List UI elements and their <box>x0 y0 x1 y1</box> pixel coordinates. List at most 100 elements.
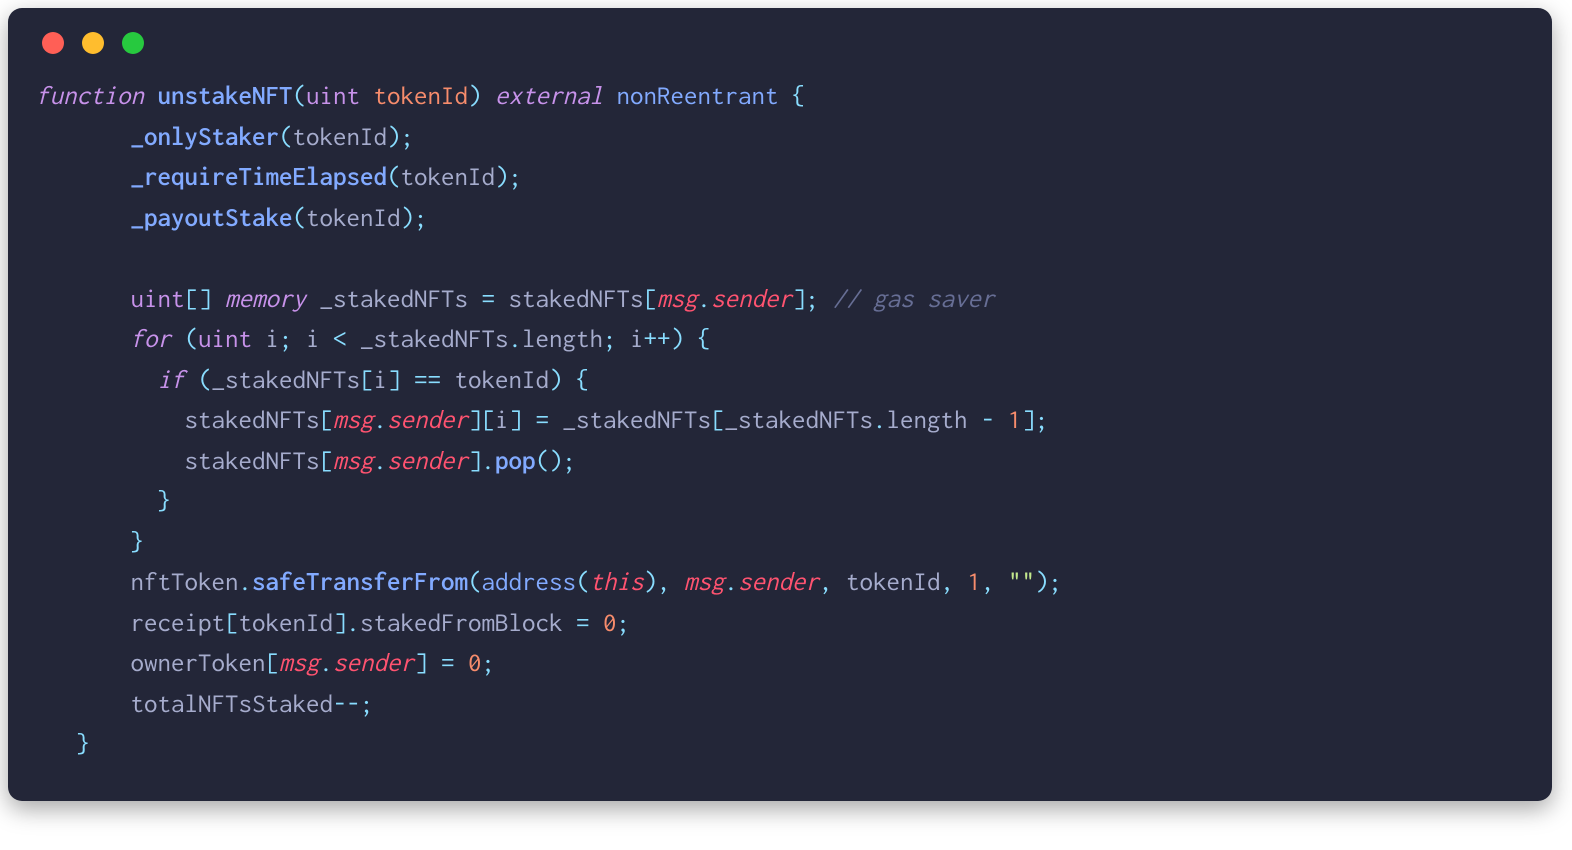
code-token: = <box>576 609 590 637</box>
code-token: receipt <box>131 609 226 637</box>
code-line: _requireTimeElapsed(tokenId); <box>36 163 522 191</box>
code-block[interactable]: function unstakeNFT(uint tokenId) extern… <box>36 76 1524 765</box>
code-token: 1 <box>968 568 982 596</box>
code-token: stakedNFTs <box>509 285 644 313</box>
code-token: _payoutStake <box>131 204 293 232</box>
code-token: // gas saver <box>833 285 995 313</box>
code-line: nftToken.safeTransferFrom(address(this),… <box>36 568 1062 596</box>
close-icon[interactable] <box>42 32 64 54</box>
code-token: [ <box>320 406 334 434</box>
code-token: ( <box>387 163 401 191</box>
code-line: stakedNFTs[msg.sender].pop(); <box>36 447 576 475</box>
code-line: for (uint i; i < _stakedNFTs.length; i++… <box>36 325 711 353</box>
code-token: { <box>698 325 712 353</box>
code-token: msg <box>333 406 374 434</box>
code-token: -- <box>333 690 360 718</box>
code-token: if <box>158 366 185 394</box>
code-token: = <box>536 406 550 434</box>
code-token: 0 <box>468 649 482 677</box>
code-token: { <box>576 366 590 394</box>
code-token: ; <box>482 649 496 677</box>
code-token: msg <box>657 285 698 313</box>
code-token: address <box>482 568 577 596</box>
code-token: stakedNFTs <box>185 406 320 434</box>
code-token: . <box>347 609 361 637</box>
code-token: ) <box>387 123 401 151</box>
code-token: ; <box>279 325 293 353</box>
code-token: } <box>77 730 91 758</box>
code-token: i <box>630 325 644 353</box>
code-line: totalNFTsStaked--; <box>36 690 374 718</box>
code-token: uint <box>131 285 185 313</box>
code-token: external <box>495 82 603 110</box>
code-token: ) <box>495 163 509 191</box>
code-token: i <box>374 366 388 394</box>
code-token: msg <box>279 649 320 677</box>
code-token: msg <box>333 447 374 475</box>
code-token: sender <box>333 649 414 677</box>
minimize-icon[interactable] <box>82 32 104 54</box>
code-token: . <box>509 325 523 353</box>
code-token: msg <box>684 568 725 596</box>
code-token: , <box>981 568 995 596</box>
code-token: ] <box>414 649 428 677</box>
code-line: } <box>36 487 171 515</box>
code-token: ; <box>806 285 820 313</box>
code-token: () <box>536 447 563 475</box>
code-token: . <box>873 406 887 434</box>
code-line: if (_stakedNFTs[i] == tokenId) { <box>36 366 590 394</box>
code-token: - <box>981 406 995 434</box>
code-token: = <box>482 285 496 313</box>
code-token: safeTransferFrom <box>252 568 468 596</box>
code-token: ( <box>185 325 199 353</box>
code-token: tokenId <box>846 568 941 596</box>
code-token: ( <box>293 82 307 110</box>
code-token: , <box>657 568 671 596</box>
code-token: 1 <box>1008 406 1022 434</box>
code-token: < <box>333 325 347 353</box>
code-token: . <box>698 285 712 313</box>
code-token: ; <box>1049 568 1063 596</box>
code-token: [ <box>266 649 280 677</box>
zoom-icon[interactable] <box>122 32 144 54</box>
code-token: ) <box>468 82 482 110</box>
code-token: } <box>131 528 145 556</box>
code-token: totalNFTsStaked <box>131 690 334 718</box>
code-token: == <box>414 366 441 394</box>
code-token: nftToken <box>131 568 239 596</box>
code-token: ) <box>549 366 563 394</box>
code-token: 0 <box>603 609 617 637</box>
code-token: , <box>819 568 833 596</box>
code-token: pop <box>495 447 536 475</box>
code-token: ( <box>468 568 482 596</box>
code-token: _stakedNFTs <box>360 325 509 353</box>
code-token: ; <box>414 204 428 232</box>
code-token: ; <box>401 123 415 151</box>
code-token: . <box>482 447 496 475</box>
code-token: [] <box>185 285 212 313</box>
code-token: i <box>495 406 509 434</box>
code-token: stakedNFTs <box>185 447 320 475</box>
code-token: ++ <box>644 325 671 353</box>
code-token: ) <box>1035 568 1049 596</box>
code-token: ; <box>509 163 523 191</box>
code-window: function unstakeNFT(uint tokenId) extern… <box>8 8 1552 801</box>
code-line: stakedNFTs[msg.sender][i] = _stakedNFTs[… <box>36 406 1049 434</box>
code-token: ] <box>509 406 523 434</box>
code-line: uint[] memory _stakedNFTs = stakedNFTs[m… <box>36 285 995 313</box>
code-token: tokenId <box>306 204 401 232</box>
code-line: } <box>36 730 90 758</box>
code-token: [ <box>711 406 725 434</box>
code-token: this <box>590 568 644 596</box>
code-token: _onlyStaker <box>131 123 280 151</box>
code-token: ] <box>333 609 347 637</box>
code-token: i <box>266 325 280 353</box>
code-token: tokenId <box>455 366 550 394</box>
code-token: [ <box>320 447 334 475</box>
code-token: ) <box>644 568 658 596</box>
code-token: _stakedNFTs <box>725 406 874 434</box>
code-token: uint <box>306 82 360 110</box>
code-token: sender <box>738 568 819 596</box>
code-token: ; <box>1035 406 1049 434</box>
code-token: stakedFromBlock <box>360 609 563 637</box>
